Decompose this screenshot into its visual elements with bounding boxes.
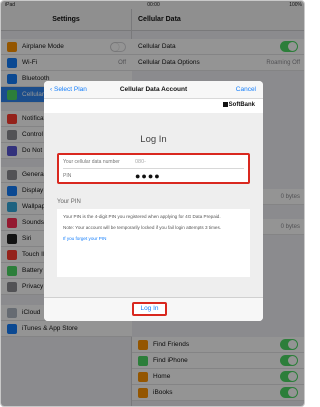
login-button-bar: Log In xyxy=(44,297,263,321)
forgot-pin-link[interactable]: If you forget your PIN xyxy=(63,236,244,242)
credentials-form: Your cellular data number 080- PIN ●●●● xyxy=(57,153,250,184)
pin-section-title: Your PIN xyxy=(57,199,81,205)
pin-info-text: Your PIN is the 4-digit PIN you register… xyxy=(63,214,221,219)
sheet-nav-bar: ‹ Select Plan Cellular Data Account Canc… xyxy=(44,81,263,99)
phone-field[interactable]: Your cellular data number 080- xyxy=(63,156,244,169)
lock-note-text: Note: Your account will be temporarily l… xyxy=(63,225,222,231)
login-button[interactable]: Log In xyxy=(132,302,167,316)
carrier-logo: SoftBank xyxy=(222,102,255,108)
pin-label: PIN xyxy=(63,173,72,179)
sheet-title: Cellular Data Account xyxy=(119,86,188,93)
brand-bar: SoftBank xyxy=(44,99,263,113)
phone-label: Your cellular data number xyxy=(63,159,120,165)
pin-field[interactable]: PIN ●●●● xyxy=(63,170,244,183)
sheet-body: SoftBank Log In Your cellular data numbe… xyxy=(44,99,263,321)
softbank-logo-icon xyxy=(222,102,228,107)
cancel-button[interactable]: Cancel xyxy=(236,81,256,99)
login-heading: Log In xyxy=(140,134,167,145)
cellular-account-sheet: ‹ Select Plan Cellular Data Account Canc… xyxy=(44,81,263,321)
pin-value[interactable]: ●●●● xyxy=(135,170,161,182)
phone-value[interactable]: 080- xyxy=(135,156,146,169)
brand-name: SoftBank xyxy=(228,102,255,108)
ipad-screen: iPad 00:00 100% Settings Airplane Mode W… xyxy=(0,0,305,407)
pin-info-box: Your PIN is the 4-digit PIN you register… xyxy=(57,209,250,277)
